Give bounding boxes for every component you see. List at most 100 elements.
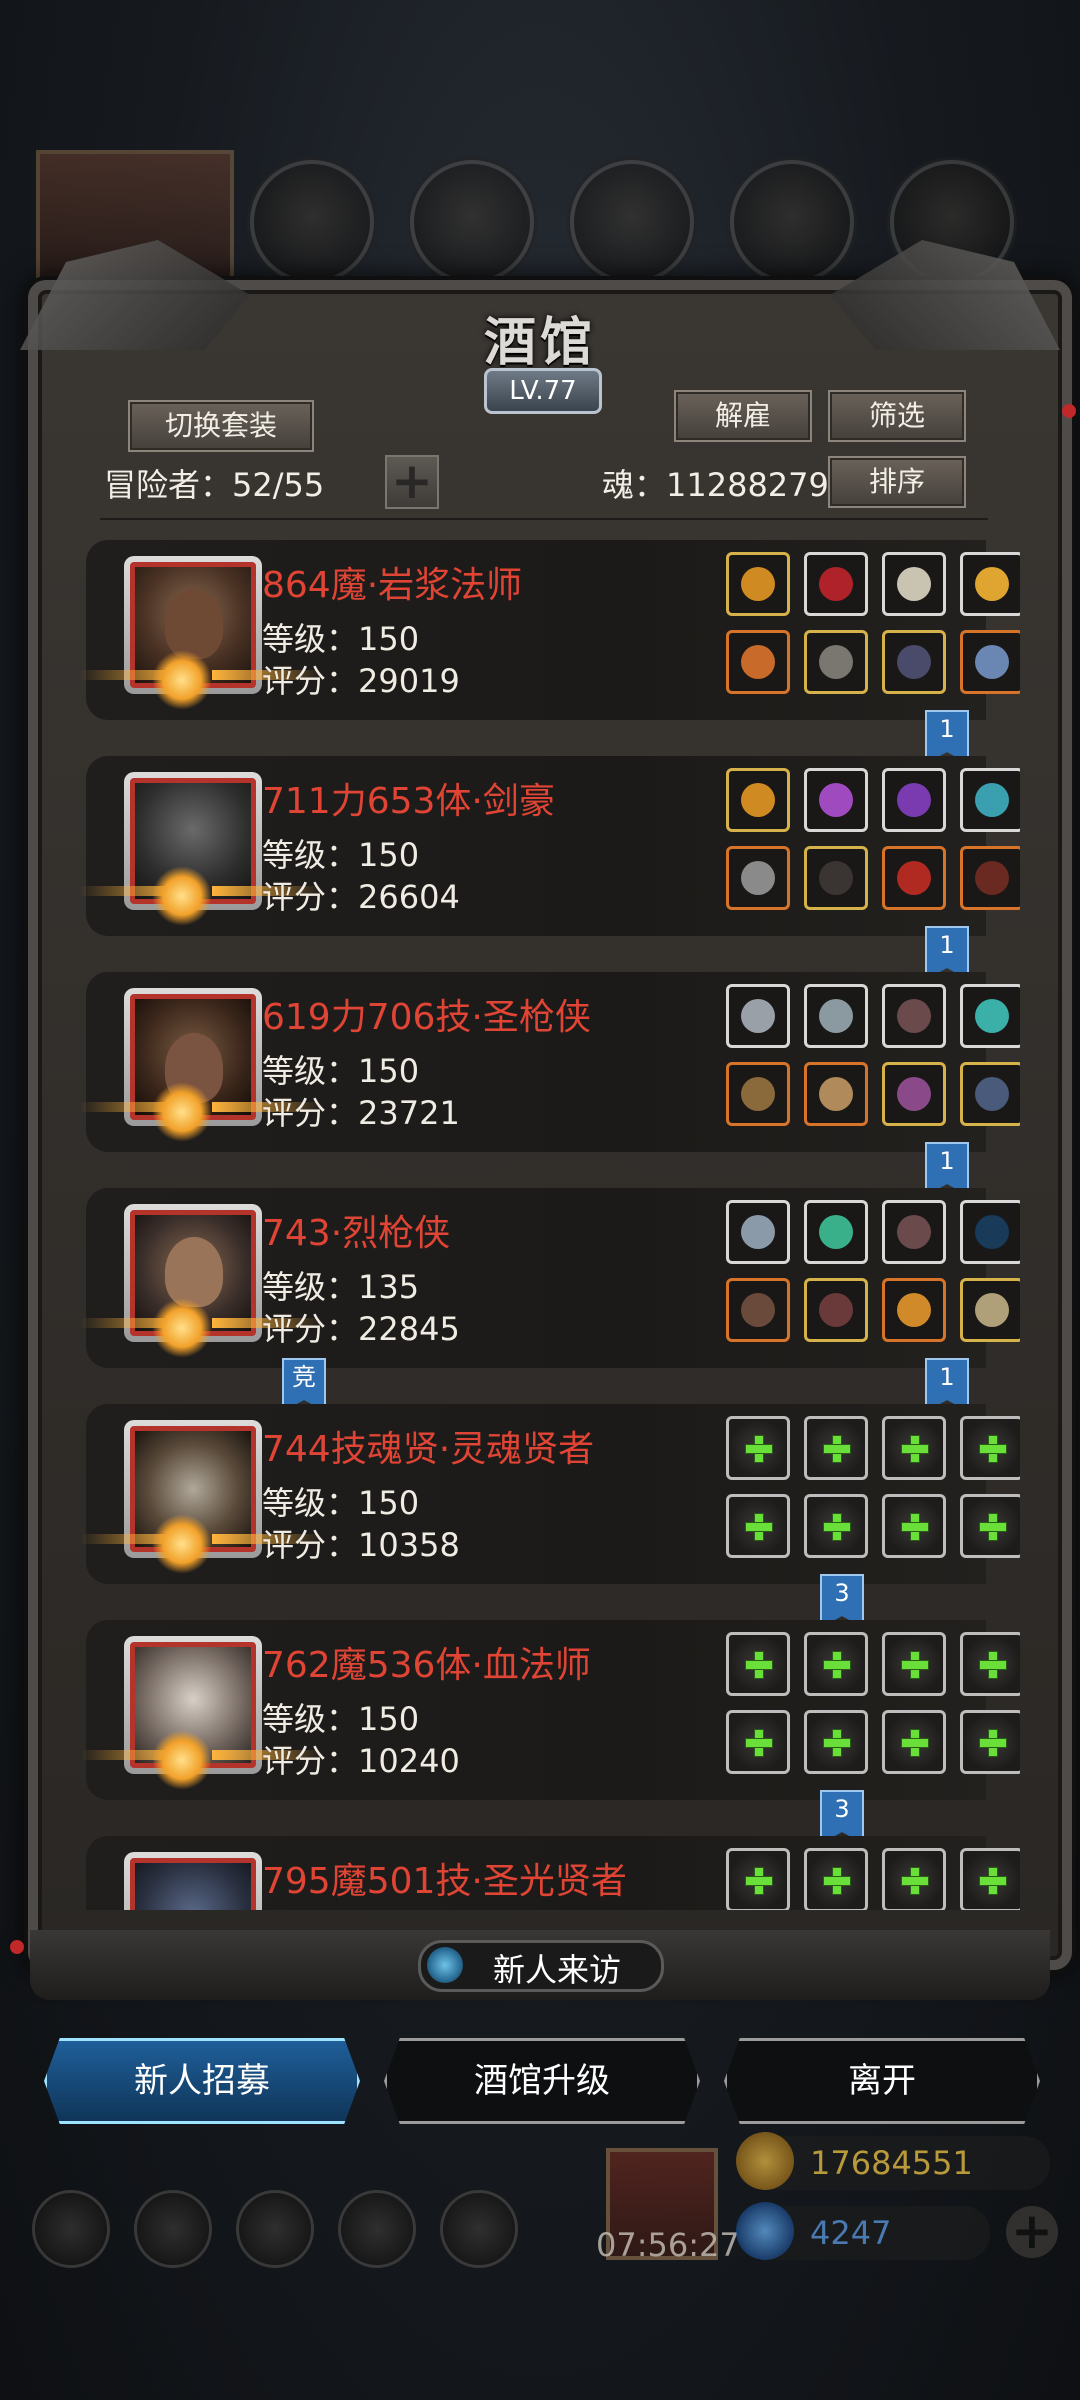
dismiss-button[interactable]: 解雇 — [674, 390, 812, 442]
equip-slot[interactable] — [726, 1200, 790, 1264]
empty-equip-slot[interactable] — [882, 1710, 946, 1774]
sort-button[interactable]: 排序 — [828, 456, 966, 508]
green-plus-icon — [979, 1651, 1007, 1679]
empty-equip-slot[interactable] — [804, 1848, 868, 1910]
empty-equip-slot[interactable] — [960, 1710, 1020, 1774]
hero-level: 等级：150 — [262, 1484, 420, 1522]
empty-equip-slot[interactable] — [882, 1848, 946, 1910]
hero-card[interactable]: 795魔501技·圣光贤者 — [86, 1836, 1020, 1910]
empty-equip-slot[interactable] — [726, 1416, 790, 1480]
mail-icon[interactable] — [338, 2190, 416, 2268]
hero-avatar[interactable] — [124, 1852, 262, 1910]
equip-slot[interactable] — [882, 846, 946, 910]
equip-slot[interactable] — [960, 1278, 1020, 1342]
dice-icon[interactable] — [440, 2190, 518, 2268]
panel-title: 酒馆 — [483, 312, 596, 373]
equip-slot[interactable] — [960, 552, 1020, 616]
equip-slot[interactable] — [882, 984, 946, 1048]
empty-equip-slot[interactable] — [726, 1848, 790, 1910]
rank-icon[interactable] — [236, 2190, 314, 2268]
tavern-upgrade-button[interactable]: 酒馆升级 — [384, 2038, 700, 2124]
green-plus-icon — [979, 1729, 1007, 1757]
equip-slot[interactable] — [882, 768, 946, 832]
boots-tab-icon[interactable] — [570, 160, 694, 284]
leave-button[interactable]: 离开 — [724, 2038, 1040, 2124]
rank-emblem-icon — [152, 1298, 212, 1358]
settings-icon[interactable] — [32, 2190, 110, 2268]
equip-slot[interactable] — [726, 1062, 790, 1126]
empty-equip-slot[interactable] — [726, 1710, 790, 1774]
visitor-clock-icon — [427, 1947, 463, 1983]
hero-card[interactable]: 619力706技·圣枪侠 等级：150 评分：23721 — [80, 972, 1020, 1152]
empty-equip-slot[interactable] — [960, 1848, 1020, 1910]
hero-card[interactable]: 743·烈枪侠 等级：135 评分：22845 — [80, 1188, 1020, 1368]
equip-slot[interactable] — [726, 552, 790, 616]
equip-slot[interactable] — [804, 846, 868, 910]
empty-equip-slot[interactable] — [804, 1494, 868, 1558]
crystal-tab-icon[interactable] — [730, 160, 854, 284]
equip-slot[interactable] — [804, 984, 868, 1048]
hero-score: 评分：29019 — [262, 662, 460, 700]
helmet-tab-icon[interactable] — [250, 160, 374, 284]
new-visitor-button[interactable]: 新人来访 — [418, 1940, 664, 1992]
equip-slot[interactable] — [960, 984, 1020, 1048]
equip-slot[interactable] — [804, 1278, 868, 1342]
equip-slot[interactable] — [726, 768, 790, 832]
empty-equip-slot[interactable] — [960, 1632, 1020, 1696]
filter-button[interactable]: 筛选 — [828, 390, 966, 442]
equip-slot[interactable] — [960, 768, 1020, 832]
equip-slot[interactable] — [726, 630, 790, 694]
hero-list[interactable]: 864魔·岩浆法师 等级：150 评分：29019 1 711力653体·剑豪 … — [80, 530, 1020, 1910]
equip-slot[interactable] — [960, 1200, 1020, 1264]
empty-equip-slot[interactable] — [960, 1416, 1020, 1480]
hero-card[interactable]: 711力653体·剑豪 等级：150 评分：26604 — [80, 756, 1020, 936]
hero-name: 762魔536体·血法师 — [262, 1645, 591, 1686]
empty-equip-slot[interactable] — [804, 1416, 868, 1480]
equip-slot[interactable] — [804, 1062, 868, 1126]
hero-score: 评分：10240 — [262, 1742, 460, 1780]
hero-card[interactable]: 864魔·岩浆法师 等级：150 评分：29019 — [80, 540, 1020, 720]
gem-icon — [736, 2202, 794, 2260]
equip-slot[interactable] — [882, 552, 946, 616]
empty-equip-slot[interactable] — [882, 1416, 946, 1480]
gold-resource: 17684551 — [736, 2132, 1050, 2190]
hero-level: 等级：150 — [262, 1700, 420, 1738]
hero-card[interactable]: 744技魂贤·灵魂贤者 等级：150 评分：10358 — [80, 1404, 1020, 1584]
achievement-icon[interactable] — [134, 2190, 212, 2268]
equip-slot[interactable] — [804, 768, 868, 832]
equip-slot[interactable] — [882, 1278, 946, 1342]
equip-slot[interactable] — [726, 1278, 790, 1342]
empty-equip-slot[interactable] — [804, 1710, 868, 1774]
empty-equip-slot[interactable] — [882, 1494, 946, 1558]
add-adventurer-slot-button[interactable]: + — [385, 455, 439, 509]
equip-slot[interactable] — [804, 630, 868, 694]
equip-slot[interactable] — [882, 630, 946, 694]
green-plus-icon — [823, 1513, 851, 1541]
equip-slot[interactable] — [960, 1062, 1020, 1126]
hero-name: 619力706技·圣枪侠 — [262, 997, 591, 1038]
recruit-button[interactable]: 新人招募 — [44, 2038, 360, 2124]
equip-slot[interactable] — [960, 846, 1020, 910]
equip-slot[interactable] — [804, 552, 868, 616]
equip-slot[interactable] — [804, 1200, 868, 1264]
equip-slot[interactable] — [726, 846, 790, 910]
add-icon[interactable]: + — [1006, 2206, 1058, 2258]
equip-slot[interactable] — [960, 630, 1020, 694]
equip-slot[interactable] — [726, 984, 790, 1048]
hero-score: 评分：10358 — [262, 1526, 460, 1564]
empty-equip-slot[interactable] — [960, 1494, 1020, 1558]
rank-emblem-icon — [152, 1514, 212, 1574]
armor-tab-icon[interactable] — [410, 160, 534, 284]
empty-equip-slot[interactable] — [804, 1632, 868, 1696]
hero-card[interactable]: 762魔536体·血法师 等级：150 评分：10240 — [80, 1620, 1020, 1800]
rank-emblem-icon — [152, 866, 212, 926]
notification-dot — [1062, 404, 1076, 418]
equip-slot[interactable] — [882, 1062, 946, 1126]
green-plus-icon — [823, 1867, 851, 1895]
rank-emblem-icon — [152, 1082, 212, 1142]
switch-outfit-button[interactable]: 切换套装 — [128, 400, 314, 452]
empty-equip-slot[interactable] — [726, 1494, 790, 1558]
equip-slot[interactable] — [882, 1200, 946, 1264]
empty-equip-slot[interactable] — [726, 1632, 790, 1696]
empty-equip-slot[interactable] — [882, 1632, 946, 1696]
